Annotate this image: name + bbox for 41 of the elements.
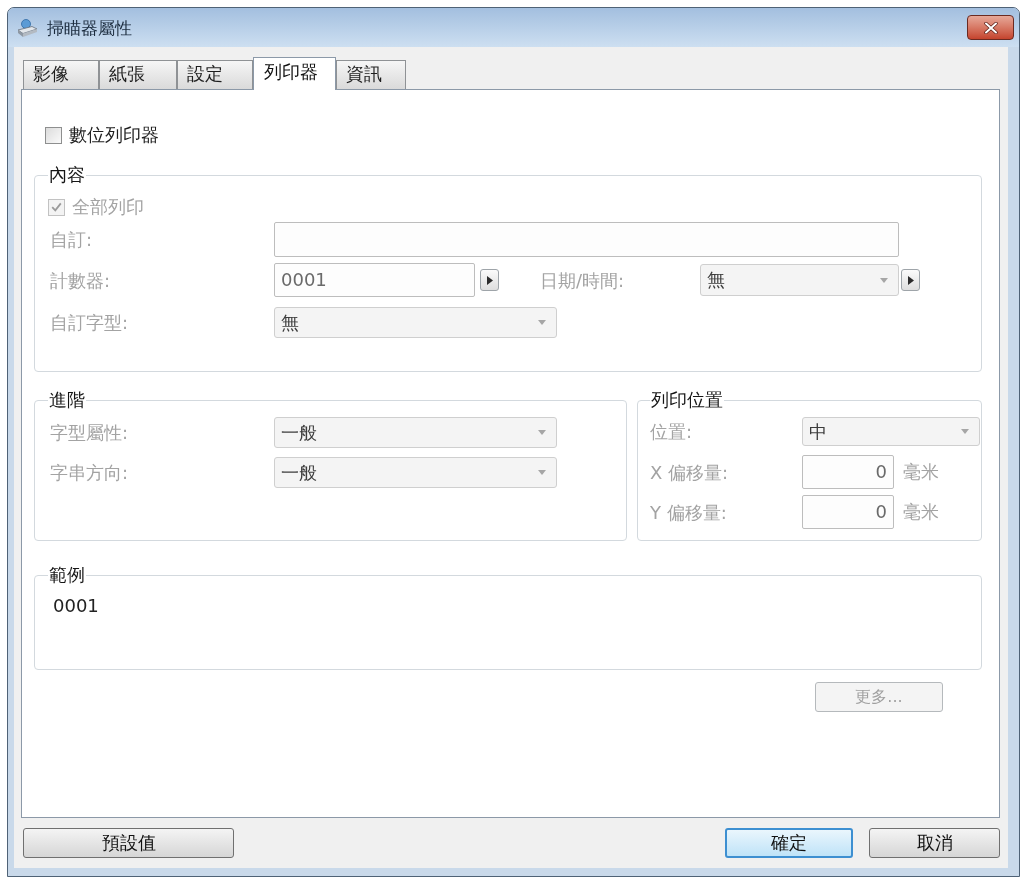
defaults-button[interactable]: 預設值	[23, 828, 234, 858]
unit-label: 毫米	[903, 502, 939, 522]
scanner-icon	[17, 17, 38, 38]
close-button[interactable]	[967, 15, 1014, 40]
field-label: 日期/時間:	[540, 269, 625, 291]
field-label: 自訂字型:	[50, 312, 129, 333]
field-label: Y 偏移量:	[650, 501, 727, 523]
field-label: 字串方向:	[50, 462, 129, 483]
close-icon	[983, 21, 998, 34]
tab[interactable]: 設定	[177, 60, 253, 89]
group-title: 範例	[48, 565, 86, 585]
caret-down-icon	[880, 277, 888, 283]
field-label: 字型屬性:	[50, 422, 129, 443]
field-label: 位置:	[650, 421, 693, 442]
checkmark-icon	[51, 202, 62, 212]
tab[interactable]: 紙張	[99, 60, 177, 89]
triangle-right-icon	[907, 275, 914, 285]
cancel-button[interactable]: 取消	[869, 828, 1000, 858]
caret-down-icon	[961, 429, 969, 434]
checkbox[interactable]	[45, 126, 62, 144]
group-title: 內容	[48, 165, 86, 185]
arrow-button[interactable]	[901, 269, 920, 291]
field-label: 計數器:	[50, 269, 111, 291]
group-title: 進階	[48, 390, 86, 410]
group-title: 列印位置	[650, 390, 724, 410]
arrow-button[interactable]	[480, 269, 499, 291]
window-title: 掃瞄器屬性	[47, 17, 132, 38]
field-label: 自訂:	[50, 229, 93, 250]
unit-label: 毫米	[903, 462, 939, 482]
field-label: X 偏移量:	[650, 461, 729, 483]
sample-text: 0001	[53, 595, 99, 616]
checkbox-label: 數位列印器	[69, 125, 159, 145]
checkbox-label: 全部列印	[72, 197, 144, 217]
ok-button[interactable]: 確定	[725, 828, 853, 858]
tab[interactable]: 列印器	[253, 57, 336, 90]
caret-down-icon	[538, 430, 546, 435]
triangle-right-icon	[486, 275, 493, 285]
caret-down-icon	[538, 320, 546, 325]
caret-down-icon	[538, 470, 546, 475]
tab[interactable]: 影像	[23, 60, 99, 89]
tab[interactable]: 資訊	[336, 60, 406, 89]
